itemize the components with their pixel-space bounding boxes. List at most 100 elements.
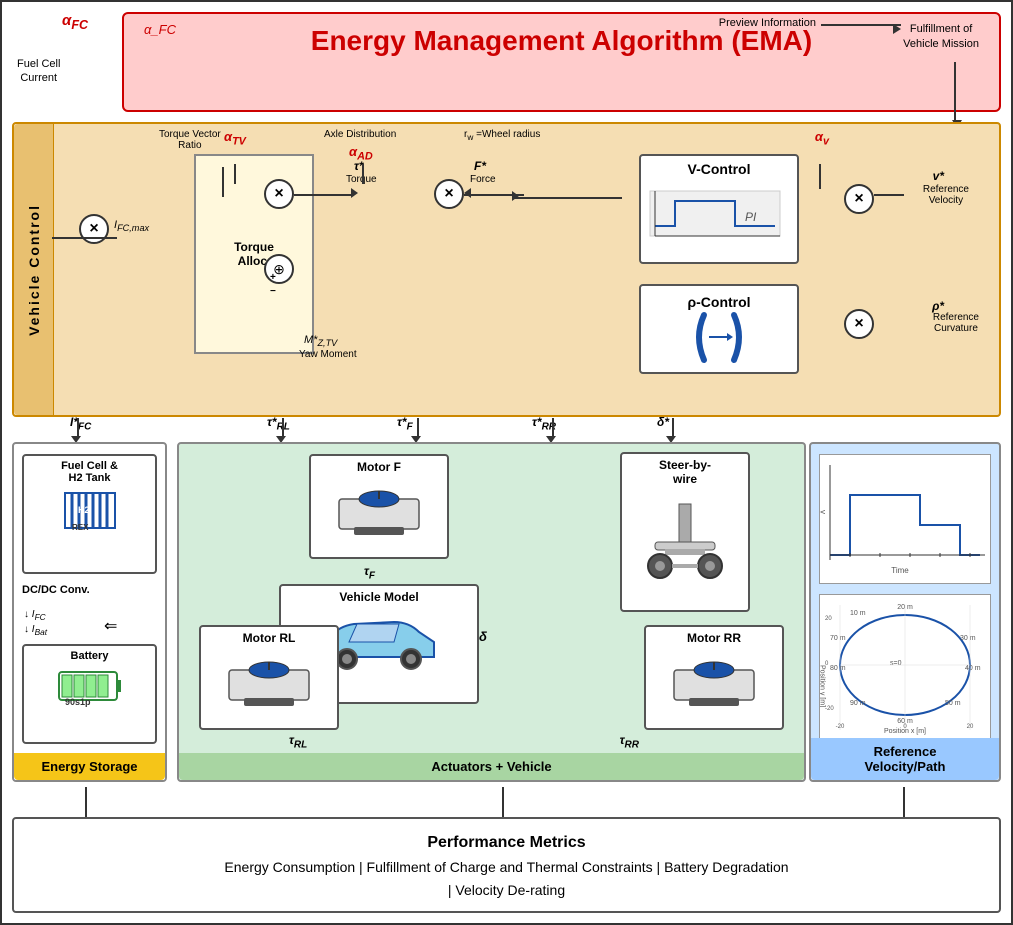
actuators-label: Actuators + Vehicle — [179, 753, 804, 780]
svg-text:Position y [m]: Position y [m] — [820, 665, 826, 707]
fuel-cell-svg: H2 REX — [60, 488, 120, 533]
rw-label: rw =Wheel radius — [464, 129, 540, 142]
reference-section: Time v 20 m 30 m 40 m 50 m 60 m 9 — [809, 442, 1001, 782]
fulfillment-arrow — [954, 62, 956, 122]
performance-box: Performance Metrics Energy Consumption |… — [12, 817, 1001, 913]
line-vstar — [874, 194, 904, 196]
tau-rl-label: τRL — [289, 733, 307, 750]
v-control-chart: PI — [641, 182, 797, 250]
steer-by-wire-title: Steer-by-wire — [659, 458, 711, 486]
rho-parens-svg — [689, 310, 749, 365]
battery-svg: 90s1p — [57, 667, 122, 707]
alpha-v-label: αv — [815, 129, 829, 148]
ema-title: Energy Management Algorithm (EMA) — [144, 24, 979, 58]
tau-f-star-signal: τ*F — [397, 415, 413, 432]
preview-info-text: Preview Information — [719, 17, 816, 29]
tau-rr-label: τRR — [620, 733, 639, 750]
v-arrow-tf — [417, 418, 419, 438]
motor-rl-title: Motor RL — [243, 631, 296, 645]
performance-line2: | Velocity De-rating — [24, 879, 989, 901]
arrow-head-1 — [351, 188, 358, 198]
svg-text:PI: PI — [745, 210, 757, 224]
rho-control-parens — [689, 310, 749, 365]
energy-storage-section: Fuel Cell &H2 Tank H2 REX — [12, 442, 167, 782]
velocity-chart: Time v — [819, 454, 991, 584]
fuel-cell-title: Fuel Cell &H2 Tank — [61, 460, 118, 484]
tau-rl-star-signal: τ*RL — [267, 415, 290, 432]
energy-storage-label: Energy Storage — [14, 753, 165, 780]
ibat-label-es: ↓ IBat — [24, 624, 47, 637]
vehicle-control-section: Vehicle Control Torque VectorRatio αTV A… — [12, 122, 1001, 417]
battery-icon-area: 90s1p — [28, 667, 151, 710]
arrow-head-2 — [464, 188, 471, 198]
svg-text:v: v — [820, 510, 828, 514]
vehicle-model-title: Vehicle Model — [339, 590, 418, 604]
v-control-box: V-Control PI — [639, 154, 799, 264]
line-ifc-h — [52, 237, 117, 239]
arrow-ad-down — [362, 164, 364, 184]
sum-circle: ⊕ — [264, 254, 294, 284]
fuel-cell-icon: H2 REX — [28, 488, 151, 536]
alpha-fc-label: αFC — [62, 12, 88, 32]
path-chart-svg: 20 m 30 m 40 m 50 m 60 m 90 m 80 m 70 m … — [820, 595, 990, 735]
svg-text:H2: H2 — [78, 505, 90, 515]
svg-text:90 m: 90 m — [850, 700, 866, 707]
ifc-label-es: ↓ IFC — [24, 609, 46, 622]
multiply-circle-force: × — [434, 179, 464, 209]
reference-label: ReferenceVelocity/Path — [811, 738, 999, 780]
motor-f-svg — [334, 479, 424, 539]
svg-text:90s1p: 90s1p — [65, 697, 91, 707]
pi-chart-svg: PI — [645, 186, 785, 241]
svg-text:-20: -20 — [825, 706, 834, 712]
svg-text:Time: Time — [891, 566, 909, 575]
motor-f-icon — [315, 479, 443, 542]
motor-rr-svg — [669, 650, 759, 710]
main-container: α_FC Energy Management Algorithm (EMA) F… — [0, 0, 1013, 925]
v-star-label: v* — [933, 169, 944, 183]
v-arrow-ifc — [77, 418, 79, 438]
ifc-star-signal: I*FC — [70, 415, 91, 432]
yaw-moment-label: Yaw Moment — [299, 349, 357, 360]
battery-box: Battery 90s1p — [22, 644, 157, 744]
line-tv-down — [222, 167, 224, 197]
motor-f-title: Motor F — [357, 460, 401, 474]
minus-label: − — [270, 286, 276, 297]
arrow-tv-down — [234, 164, 236, 184]
axle-distribution-label: Axle Distribution — [324, 129, 396, 140]
motor-f-box: Motor F — [309, 454, 449, 559]
alpha-fc-header: α_FC — [144, 22, 176, 37]
svg-text:REX: REX — [72, 523, 89, 532]
v-arrow-trr — [552, 418, 554, 438]
svg-text:s=0: s=0 — [890, 660, 902, 667]
rho-control-box: ρ-Control — [639, 284, 799, 374]
svg-text:20: 20 — [825, 616, 832, 622]
svg-text:50 m: 50 m — [945, 700, 961, 707]
rho-control-title: ρ-Control — [687, 294, 750, 310]
preview-arrow-head — [893, 24, 901, 34]
motor-rl-icon — [205, 650, 333, 713]
performance-section: Performance Metrics Energy Consumption |… — [12, 817, 1001, 913]
battery-title: Battery — [71, 650, 109, 662]
ifc-max-label: IFC,max — [114, 219, 149, 233]
reference-curvature-label: ReferenceCurvature — [933, 312, 979, 334]
tau-f-label: τF — [364, 564, 375, 581]
steer-by-wire-box: Steer-by-wire — [620, 452, 750, 612]
motor-rr-icon — [650, 650, 778, 713]
motor-rl-box: Motor RL — [199, 625, 339, 730]
multiply-circle-rho: × — [844, 309, 874, 339]
multiply-circle-v: × — [844, 184, 874, 214]
delta-star-signal: δ* — [657, 415, 669, 429]
multiply-circle-torque-top: × — [264, 179, 294, 209]
svg-text:70 m: 70 m — [830, 635, 846, 642]
svg-text:-20: -20 — [836, 724, 845, 730]
velocity-chart-svg: Time v — [820, 455, 990, 580]
alpha-tv-label: αTV — [224, 129, 246, 148]
preview-arrow-line — [821, 24, 901, 26]
svg-text:80 m: 80 m — [830, 665, 846, 672]
line-vctrl-out — [512, 197, 622, 199]
line-top-h1 — [294, 194, 354, 196]
vehicle-control-text: Vehicle Control — [26, 204, 42, 336]
line-vctrl-arrow — [512, 191, 519, 201]
vehicle-control-label: Vehicle Control — [14, 124, 54, 415]
rho-star-label: ρ* — [932, 299, 944, 313]
